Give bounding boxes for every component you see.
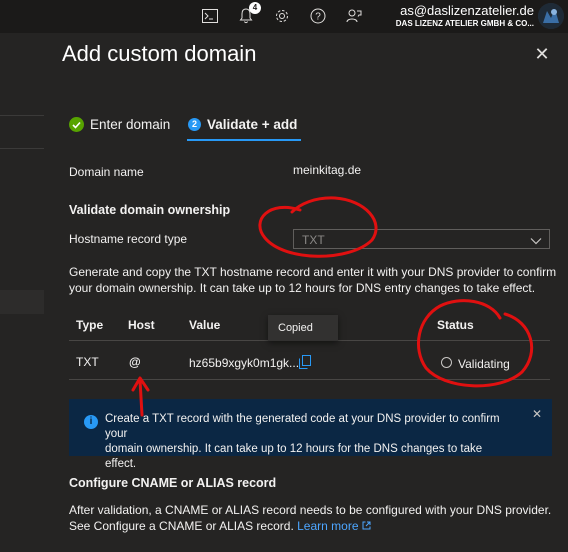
- step-label: Validate + add: [207, 117, 298, 132]
- cname-line-2-text: See Configure a CNAME or ALIAS record.: [69, 519, 294, 533]
- step-number-badge: 2: [188, 118, 201, 131]
- background-divider: [0, 115, 44, 116]
- column-header-value: Value: [189, 318, 221, 332]
- add-custom-domain-panel: Add custom domain ✕ Enter domain 2 Valid…: [44, 33, 568, 552]
- column-header-host: Host: [128, 318, 155, 332]
- column-header-status: Status: [437, 318, 474, 332]
- info-message-bar: i Create a TXT record with the generated…: [69, 399, 552, 470]
- top-bar: 4 ? as@daslizenzatelier.de DAS LIZENZ AT…: [0, 0, 568, 33]
- record-type-cell: TXT: [76, 355, 99, 369]
- column-header-type: Type: [76, 318, 104, 332]
- learn-more-label: Learn more: [297, 519, 359, 533]
- dropdown-value: TXT: [302, 233, 325, 247]
- hostname-record-type-label: Hostname record type: [69, 232, 188, 246]
- record-host-cell: @: [129, 355, 141, 369]
- validate-ownership-heading: Validate domain ownership: [69, 203, 231, 217]
- svg-text:?: ?: [315, 12, 321, 23]
- step-label: Enter domain: [90, 117, 171, 132]
- avatar[interactable]: [538, 3, 564, 29]
- settings-gear-icon[interactable]: [272, 6, 292, 26]
- domain-name-label: Domain name: [69, 165, 144, 179]
- instructions-line-1: Generate and copy the TXT hostname recor…: [69, 265, 557, 279]
- step-enter-domain[interactable]: Enter domain: [69, 117, 170, 132]
- help-question-icon[interactable]: ?: [308, 6, 328, 26]
- step-validate-add[interactable]: 2 Validate + add: [188, 117, 297, 132]
- panel-title: Add custom domain: [62, 41, 257, 66]
- validating-status-icon: [441, 357, 452, 368]
- learn-more-link[interactable]: Learn more: [297, 519, 371, 533]
- hostname-record-type-dropdown[interactable]: TXT: [293, 229, 550, 249]
- info-icon: i: [84, 415, 98, 429]
- chevron-down-icon: [530, 234, 542, 248]
- background-divider: [0, 148, 44, 149]
- account-email[interactable]: as@daslizenzatelier.de: [400, 3, 534, 18]
- record-value-cell[interactable]: hz65b9xgyk0m1gk...: [189, 356, 299, 370]
- cname-heading: Configure CNAME or ALIAS record: [69, 476, 277, 490]
- active-step-indicator: [187, 139, 301, 141]
- notification-count-badge: 4: [249, 2, 261, 14]
- background-row: [0, 290, 44, 314]
- copied-tooltip: Copied: [268, 315, 338, 341]
- close-icon[interactable]: ✕: [534, 45, 550, 63]
- table-divider: [69, 379, 550, 380]
- info-line-2: domain ownership. It can take up to 12 h…: [105, 443, 483, 470]
- instructions-line-2: your domain ownership. It can take up to…: [69, 281, 536, 295]
- cloud-shell-icon[interactable]: [200, 6, 220, 26]
- account-tenant[interactable]: DAS LIZENZ ATELIER GMBH & CO...: [396, 19, 534, 28]
- domain-name-value: meinkitag.de: [293, 163, 362, 177]
- copy-icon[interactable]: [299, 355, 311, 369]
- cname-line-1: After validation, a CNAME or ALIAS recor…: [69, 503, 552, 517]
- external-link-icon: [362, 521, 371, 530]
- record-status-cell: Validating: [458, 357, 510, 371]
- feedback-icon[interactable]: [344, 6, 364, 26]
- info-line-1: Create a TXT record with the generated c…: [105, 413, 500, 440]
- info-message-text: Create a TXT record with the generated c…: [105, 412, 510, 472]
- checkmark-icon: [69, 117, 84, 132]
- cname-line-2: See Configure a CNAME or ALIAS record. L…: [69, 518, 371, 534]
- close-icon[interactable]: ✕: [532, 407, 542, 421]
